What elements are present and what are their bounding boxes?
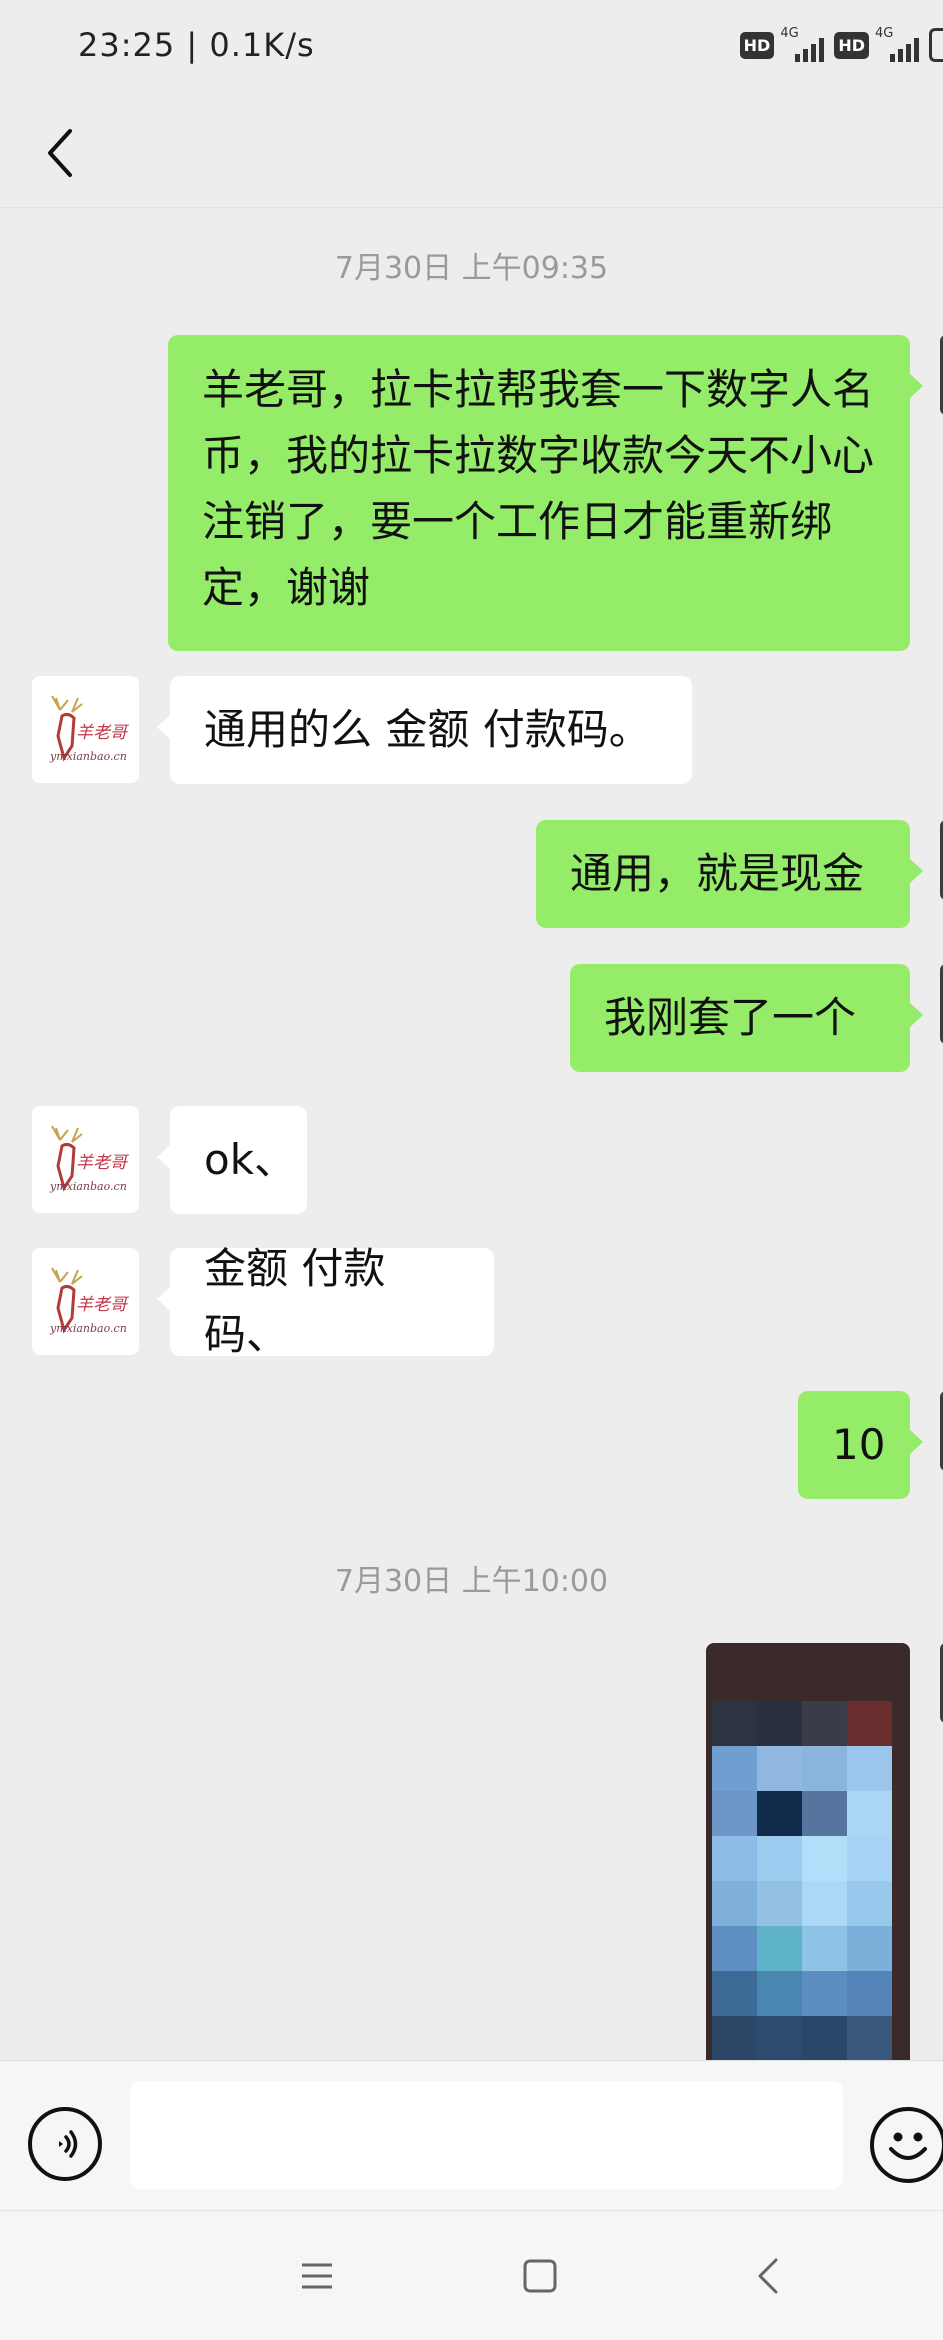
battery-icon [929,28,943,62]
message-incoming[interactable]: 金额 付款码、 [157,1244,494,1359]
deer-logo: 羊老哥 ymxianbao.cn [49,1125,130,1193]
pixelated-image [712,1701,892,2060]
message-outgoing[interactable]: 羊老哥，拉卡拉帮我套一下数字人名币，我的拉卡拉数字收款今天不小心注销了，要一个工… [168,335,923,651]
contact-avatar[interactable]: 羊老哥 ymxianbao.cn [32,676,139,783]
message-outgoing[interactable]: 10 [798,1391,923,1499]
status-bar: 23:25 | 0.1K/s HD 4G HD 4G [0,0,943,100]
input-bar [0,2060,943,2210]
message-text: 通用，就是现金 [570,849,865,898]
message-incoming[interactable]: 通用的么 金额 付款码。 [157,676,692,784]
timestamp: 7月30日 上午09:35 [334,251,609,286]
signal-bars-icon: 4G [875,26,919,62]
message-text: 羊老哥，拉卡拉帮我套一下数字人名币，我的拉卡拉数字收款今天不小心注销了，要一个工… [202,365,875,612]
message-text: ok、 [204,1135,297,1184]
logo-url-text: ymxianbao.cn [49,1180,127,1193]
system-navigation-bar [0,2210,943,2340]
logo-text: 羊老哥 [76,723,130,743]
status-icons: HD 4G HD 4G [739,26,943,62]
message-input[interactable] [130,2081,843,2189]
home-button[interactable] [510,2251,570,2301]
message-text: 金额 付款码、 [204,1244,386,1359]
deer-logo: 羊老哥 ymxianbao.cn [49,1267,130,1335]
back-button[interactable] [30,118,90,188]
logo-text: 羊老哥 [76,1295,130,1315]
deer-logo: 羊老哥 ymxianbao.cn [49,695,130,763]
contact-avatar[interactable]: 羊老哥 ymxianbao.cn [32,1248,139,1355]
voice-button[interactable] [28,2107,102,2181]
message-text: 我刚套了一个 [604,993,857,1042]
sim1-signal: HD 4G [739,26,825,62]
message-text: 10 [832,1420,886,1469]
emoji-button[interactable] [870,2107,943,2183]
message-text: 通用的么 金额 付款码。 [204,705,651,754]
message-outgoing[interactable]: 我刚套了一个 [570,964,923,1072]
chat-area[interactable]: 7月30日 上午09:35 羊老哥，拉卡拉帮我套一下数字人名币，我的拉卡拉数字收… [0,208,943,2060]
emoji-icon [889,2132,927,2160]
system-back-button[interactable] [738,2251,798,2301]
message-outgoing[interactable]: 通用，就是现金 [536,820,923,928]
square-icon [523,2259,557,2293]
menu-button[interactable] [287,2251,347,2301]
status-time: 23:25 | 0.1K/s [78,26,315,64]
chevron-left-icon [758,2258,778,2294]
image-message[interactable] [706,1643,910,2060]
logo-url-text: ymxianbao.cn [49,750,127,763]
logo-text: 羊老哥 [76,1153,130,1173]
voice-icon [59,2130,78,2158]
signal-bars-icon: 4G [780,26,825,62]
menu-icon [302,2263,332,2289]
sim2-signal: HD 4G [834,26,919,62]
message-incoming[interactable]: ok、 [157,1106,307,1214]
timestamp: 7月30日 上午10:00 [334,1564,609,1599]
hd-badge: HD [834,31,869,59]
chat-header [0,100,943,208]
contact-avatar[interactable]: 羊老哥 ymxianbao.cn [32,1106,139,1213]
hd-badge: HD [739,31,775,59]
logo-url-text: ymxianbao.cn [49,1322,127,1335]
chevron-left-icon [48,129,72,177]
